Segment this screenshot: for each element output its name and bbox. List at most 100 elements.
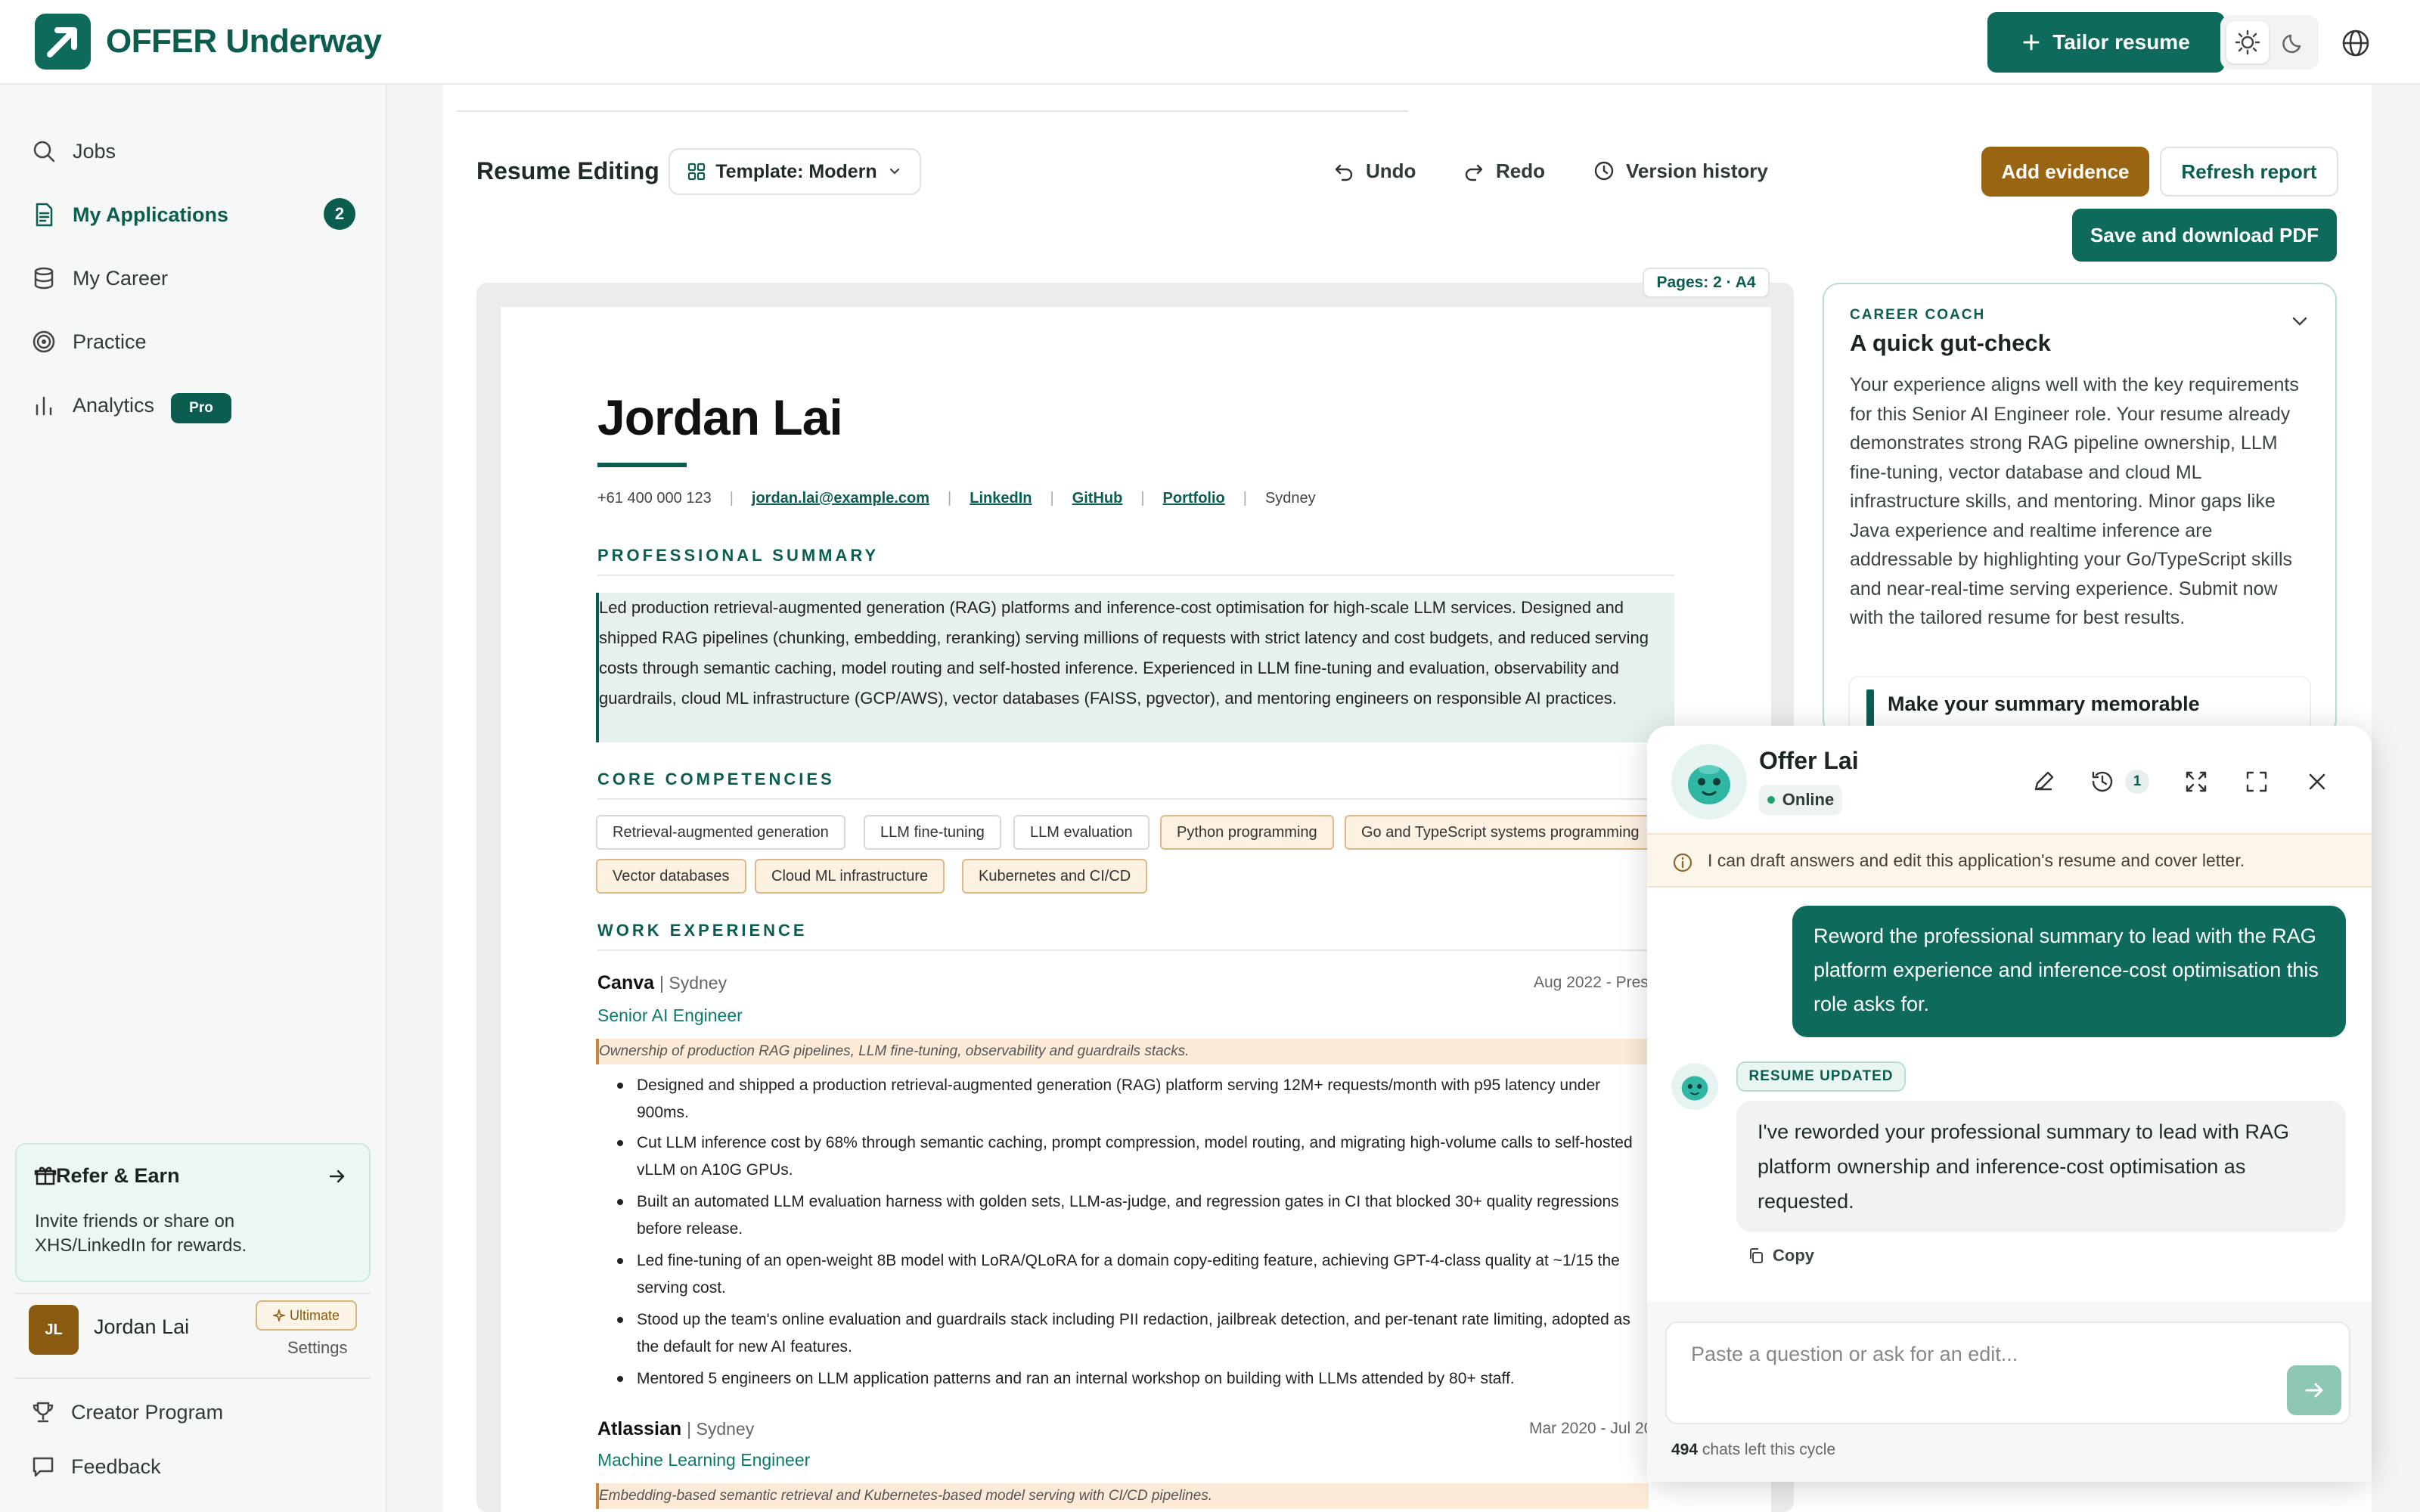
fullscreen-icon[interactable] (2243, 768, 2270, 795)
add-evidence-button[interactable]: Add evidence (1981, 147, 2149, 197)
sidebar-item-my-career[interactable]: My Career (30, 254, 168, 302)
sidebar-item-creator-program[interactable]: Creator Program (30, 1388, 223, 1436)
refer-title: Refer & Earn (56, 1164, 180, 1187)
close-icon[interactable] (2304, 768, 2331, 795)
avatar[interactable]: JL (29, 1305, 79, 1355)
logo-icon[interactable] (35, 14, 91, 70)
sidebar-item-analytics[interactable]: Analytics (30, 381, 154, 429)
globe-icon (2342, 29, 2369, 57)
job-company[interactable]: Canva | Sydney (597, 972, 727, 994)
portfolio-link[interactable]: Portfolio (1163, 490, 1225, 507)
competency-chip[interactable]: LLM fine-tuning (864, 815, 1001, 850)
sidebar-item-practice[interactable]: Practice (30, 318, 147, 366)
competency-chip[interactable]: Vector databases (596, 859, 746, 894)
applications-count-badge: 2 (324, 198, 355, 230)
company-name: Atlassian (597, 1418, 682, 1439)
status-label: Online (1782, 790, 1835, 809)
page-count-badge: Pages: 2 · A4 (1643, 268, 1770, 298)
sidebar-item-label: Feedback (71, 1455, 161, 1478)
light-mode-button[interactable] (2226, 21, 2269, 64)
send-arrow-icon (2305, 1383, 2323, 1398)
competency-chip[interactable]: Kubernetes and CI/CD (962, 859, 1148, 894)
github-link[interactable]: GitHub (1072, 490, 1123, 507)
sidebar-item-feedback[interactable]: Feedback (30, 1442, 161, 1491)
assistant-avatar (1671, 744, 1747, 820)
version-history-label: Version history (1626, 159, 1768, 182)
coach-body: Your experience aligns well with the key… (1850, 374, 2299, 628)
edit-icon[interactable] (2030, 768, 2057, 795)
coach-title: A quick gut-check (1850, 330, 2051, 356)
document-icon (36, 203, 53, 227)
location[interactable]: Sydney (1265, 490, 1316, 507)
linkedin-link[interactable]: LinkedIn (970, 490, 1032, 507)
quota-text: chats left this cycle (1702, 1441, 1836, 1458)
arrow-right-icon[interactable] (327, 1166, 348, 1187)
layout-icon (688, 163, 706, 181)
coach-kicker: CAREER COACH (1850, 307, 1986, 323)
plan-label: Ultimate (289, 1307, 340, 1323)
sidebar-item-label: Jobs (73, 139, 116, 163)
redo-label: Redo (1496, 159, 1545, 182)
tip-title: Make your summary memorable (1888, 692, 2200, 715)
resume-name[interactable]: Jordan Lai (597, 389, 843, 446)
job-bullet[interactable]: Mentored 5 engineers on LLM application … (617, 1365, 1650, 1393)
phone[interactable]: +61 400 000 123 (597, 490, 712, 507)
tab-strip (457, 106, 1408, 112)
expand-icon[interactable] (2183, 768, 2210, 795)
chevron-down-icon[interactable] (2287, 308, 2313, 334)
job-role[interactable]: Senior AI Engineer (597, 1005, 743, 1026)
status-badge: Online (1759, 785, 1842, 815)
tailor-resume-button[interactable]: Tailor resume (1987, 12, 2225, 73)
user-name: Jordan Lai (94, 1315, 190, 1338)
dark-mode-button[interactable] (2273, 21, 2316, 64)
chat-input-placeholder: Paste a question or ask for an edit... (1691, 1343, 2018, 1365)
job-evidence-note[interactable]: Ownership of production RAG pipelines, L… (596, 1039, 1649, 1064)
chat-quota: 494 chats left this cycle (1671, 1441, 1835, 1459)
redo-icon (1465, 164, 1483, 181)
history-icon[interactable] (2089, 768, 2116, 795)
email-link[interactable]: jordan.lai@example.com (752, 490, 929, 507)
plan-badge: Ultimate (256, 1300, 357, 1331)
online-dot (1767, 796, 1775, 804)
brand-name[interactable]: OFFER Underway (106, 23, 382, 60)
language-button[interactable] (2337, 24, 2375, 62)
moon-icon (2282, 34, 2301, 54)
job-bullet[interactable]: Cut LLM inference cost by 68% through se… (617, 1129, 1650, 1184)
refer-description: Invite friends or share on XHS/LinkedIn … (35, 1211, 247, 1256)
divider (15, 1377, 371, 1379)
sidebar-item-my-applications[interactable]: My Applications (30, 191, 228, 239)
copy-label: Copy (1773, 1246, 1814, 1265)
competency-chip[interactable]: Cloud ML infrastructure (755, 859, 945, 894)
redo-button[interactable]: Redo (1463, 156, 1545, 186)
competency-chip[interactable]: Go and TypeScript systems programming (1345, 815, 1655, 850)
competency-chip[interactable]: Python programming (1160, 815, 1334, 850)
job-evidence-note[interactable]: Embedding-based semantic retrieval and K… (596, 1483, 1649, 1509)
sidebar-item-jobs[interactable]: Jobs (30, 127, 116, 175)
settings-link[interactable]: Settings (287, 1338, 348, 1358)
send-button[interactable] (2287, 1365, 2341, 1415)
job-bullet[interactable]: Led fine-tuning of an open-weight 8B mod… (617, 1247, 1650, 1302)
competency-chip[interactable]: Retrieval-augmented generation (596, 815, 845, 850)
target-icon (33, 330, 55, 353)
competency-chip[interactable]: LLM evaluation (1013, 815, 1150, 850)
job-company[interactable]: Atlassian | Sydney (597, 1418, 754, 1440)
chat-input[interactable] (1665, 1321, 2350, 1424)
job-role[interactable]: Machine Learning Engineer (597, 1450, 810, 1470)
copy-button[interactable]: Copy (1747, 1246, 1814, 1266)
clock-icon (1594, 161, 1614, 181)
divider (15, 1293, 371, 1294)
save-download-pdf-button[interactable]: Save and download PDF (2072, 209, 2337, 262)
job-bullet[interactable]: Designed and shipped a production retrie… (617, 1072, 1650, 1126)
mascot-icon (1688, 765, 1730, 804)
assistant-message: I've reworded your professional summary … (1736, 1101, 2346, 1232)
gift-icon (34, 1167, 57, 1185)
version-history-button[interactable]: Version history (1593, 156, 1768, 186)
refresh-report-button[interactable]: Refresh report (2160, 147, 2338, 197)
template-dropdown[interactable]: Template: Modern (669, 148, 921, 195)
sparkle-icon (272, 1309, 285, 1321)
company-location: | Sydney (659, 973, 728, 993)
professional-summary[interactable]: Led production retrieval-augmented gener… (596, 593, 1674, 742)
job-bullet[interactable]: Stood up the team's online evaluation an… (617, 1306, 1650, 1361)
job-bullet[interactable]: Built an automated LLM evaluation harnes… (617, 1188, 1650, 1243)
undo-button[interactable]: Undo (1333, 156, 1416, 186)
